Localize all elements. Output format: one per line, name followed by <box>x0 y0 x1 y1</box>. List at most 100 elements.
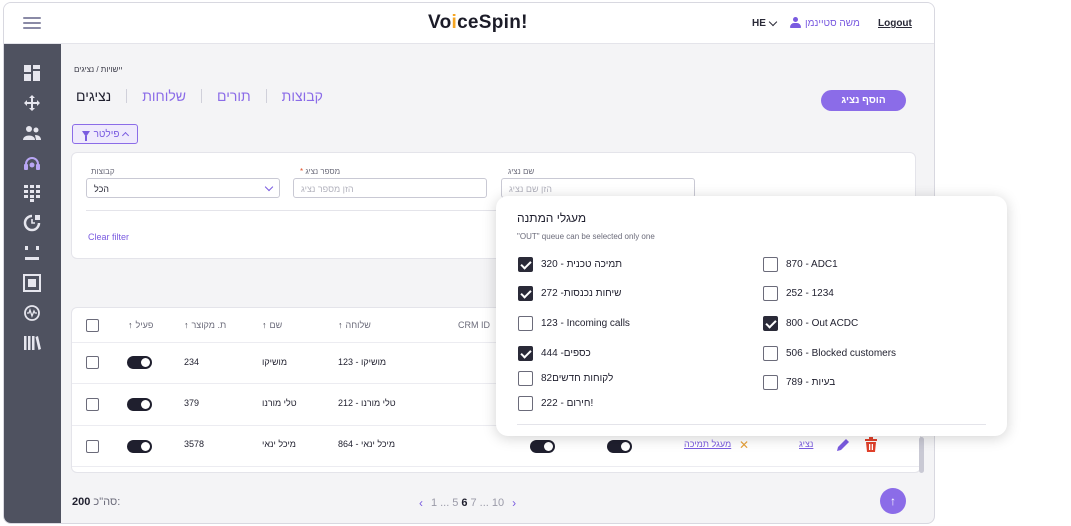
library-icon[interactable] <box>23 334 41 352</box>
tab-groups[interactable]: קבוצות <box>280 88 325 104</box>
chevron-right-icon[interactable]: › <box>512 496 516 510</box>
row-divider <box>72 466 920 467</box>
queue-option[interactable]: 506 - Blocked customers <box>763 346 896 361</box>
header-active[interactable]: ↑ פעיל <box>128 320 153 330</box>
tab-divider <box>126 89 128 103</box>
tab-agents[interactable]: נציגים <box>74 88 113 104</box>
page-1[interactable]: 1 <box>431 497 437 509</box>
row-checkbox[interactable] <box>86 398 99 411</box>
page-ellipsis: ... <box>479 497 489 509</box>
queue-checkbox-checked[interactable] <box>518 346 533 361</box>
queue-option[interactable]: 222 - חירום! <box>518 396 593 411</box>
user-menu[interactable]: משה סטיינמן <box>790 17 860 29</box>
header-name[interactable]: ↑ שם <box>262 320 282 330</box>
scroll-top-button[interactable]: ↑ <box>880 488 906 514</box>
queue-checkbox[interactable] <box>518 371 533 386</box>
toggle-switch[interactable] <box>607 440 632 453</box>
recordings-icon[interactable] <box>23 304 41 322</box>
routing-icon[interactable] <box>23 94 41 112</box>
filter-label: פילטר <box>93 128 120 140</box>
queue-option[interactable]: 444 -כספים <box>518 346 591 361</box>
queue-option[interactable]: 272 -שיחות נכנסות <box>518 286 621 301</box>
add-agent-button[interactable]: הוסף נציג <box>821 90 906 111</box>
page-5[interactable]: 5 <box>452 497 458 509</box>
required-mark: * <box>300 167 304 176</box>
language-label: HE <box>752 18 766 29</box>
queue-option[interactable]: 789 - בעיות <box>763 375 835 390</box>
queue-checkbox-checked[interactable] <box>518 257 533 272</box>
queue-checkbox[interactable] <box>518 396 533 411</box>
header-short-number[interactable]: ↑ ת. מקוצר <box>184 320 226 330</box>
page-10[interactable]: 10 <box>492 497 504 509</box>
schedule-icon[interactable] <box>23 214 41 232</box>
active-toggle[interactable] <box>127 440 152 453</box>
agent-number-input[interactable]: הזן מספר נציג <box>293 178 487 198</box>
clear-filter-link[interactable]: Clear filter <box>88 232 129 242</box>
active-toggle[interactable] <box>127 398 152 411</box>
groups-select[interactable]: הכל <box>86 178 280 198</box>
table-scrollbar[interactable] <box>919 437 924 473</box>
menu-icon[interactable] <box>23 17 41 29</box>
header-extension[interactable]: ↑ שלוחה <box>338 320 371 330</box>
queue-option[interactable]: 870 - ADC1 <box>763 257 838 272</box>
total-label: סה"כ: <box>93 496 121 508</box>
extension-cell: 123 - מושיקו <box>338 357 387 367</box>
row-checkbox[interactable] <box>86 440 99 453</box>
groups-label: קבוצות <box>91 167 115 176</box>
total-count: 200 סה"כ: <box>72 496 120 508</box>
chevron-down-icon <box>768 17 778 27</box>
language-selector[interactable]: HE <box>752 17 778 29</box>
queue-option[interactable]: 123 - Incoming calls <box>518 316 630 331</box>
queue-link[interactable]: מעגל תמיכה <box>684 439 731 449</box>
dialpad-icon[interactable] <box>23 184 41 202</box>
tab-queues[interactable]: תורים <box>215 88 253 104</box>
queue-checkbox[interactable] <box>763 346 778 361</box>
filter-icon <box>81 131 90 141</box>
select-all-checkbox[interactable] <box>86 319 99 332</box>
agent-name-input[interactable]: הזן שם נציג <box>501 178 695 198</box>
queue-option[interactable]: 320 - תמיכה טכנית <box>518 257 622 272</box>
queue-checkbox[interactable] <box>518 316 533 331</box>
dashboard-icon[interactable] <box>23 64 41 82</box>
page-ellipsis: ... <box>440 497 450 509</box>
queue-option[interactable]: 800 - Out ACDC <box>763 316 858 331</box>
sort-arrow-icon: ↑ <box>128 320 133 330</box>
edit-icon[interactable] <box>835 437 851 453</box>
logout-link[interactable]: Logout <box>878 18 912 29</box>
queue-checkbox[interactable] <box>763 375 778 390</box>
user-icon <box>790 17 801 29</box>
popup-subtitle: "OUT" queue can be selected only one <box>517 232 655 241</box>
sidebar <box>4 44 61 523</box>
chevron-left-icon[interactable]: ‹ <box>419 496 423 510</box>
top-bar: VoiceSpin! HE משה סטיינמן Logout <box>4 3 934 44</box>
popup-divider <box>517 424 986 425</box>
campaigns-icon[interactable] <box>23 244 41 262</box>
pagination: ‹ 1 ... 5 6 7 ... 10 › <box>414 496 521 510</box>
toggle-switch[interactable] <box>530 440 555 453</box>
trash-icon[interactable] <box>864 437 878 453</box>
tab-divider <box>201 89 203 103</box>
agent-number-label-text: מספר נציג <box>305 167 341 176</box>
agents-icon[interactable] <box>23 154 41 172</box>
queue-checkbox[interactable] <box>763 286 778 301</box>
popup-title: מעגלי המתנה <box>517 211 587 225</box>
queue-option[interactable]: 252 - 1234 <box>763 286 834 301</box>
short-number-cell: 234 <box>184 357 200 367</box>
filter-toggle-button[interactable]: פילטר <box>72 124 138 144</box>
page-7[interactable]: 7 <box>471 497 477 509</box>
queue-checkbox-checked[interactable] <box>763 316 778 331</box>
tab-extensions[interactable]: שלוחות <box>140 88 188 104</box>
sort-arrow-icon: ↑ <box>184 320 189 330</box>
chevron-up-icon <box>122 131 130 140</box>
queue-checkbox-checked[interactable] <box>518 286 533 301</box>
queue-checkbox[interactable] <box>763 257 778 272</box>
agent-link[interactable]: נציג <box>799 439 813 449</box>
users-icon[interactable] <box>23 124 41 142</box>
close-icon[interactable]: ✕ <box>739 439 749 451</box>
header-crm-id[interactable]: CRM ID <box>458 320 490 330</box>
page-6-current[interactable]: 6 <box>461 497 467 509</box>
reports-icon[interactable] <box>23 274 41 292</box>
row-checkbox[interactable] <box>86 356 99 369</box>
queue-option[interactable]: 82לקוחות חדשים <box>518 371 613 386</box>
active-toggle[interactable] <box>127 356 152 369</box>
